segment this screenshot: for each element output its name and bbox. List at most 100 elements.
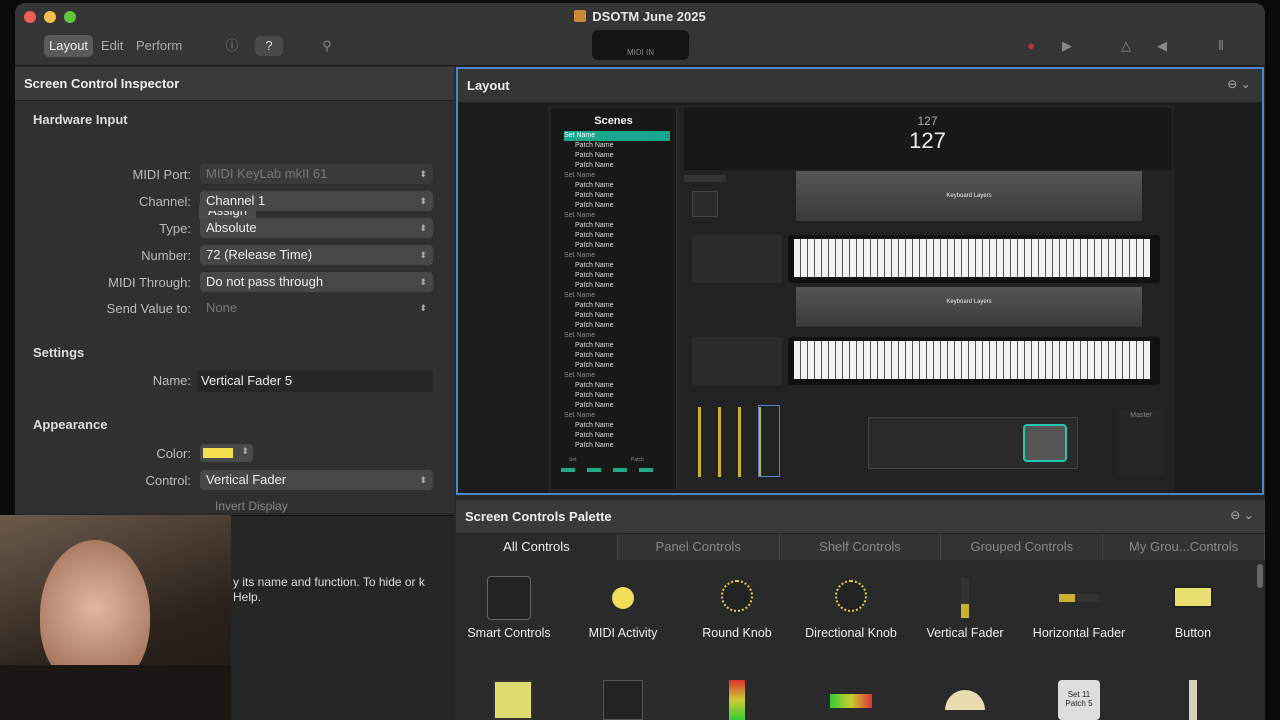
chevron-updown-icon: ⬍	[419, 277, 427, 287]
info-icon[interactable]: ⓘ	[218, 36, 246, 56]
keyboard-layers-2[interactable]: Keyboard Layers	[796, 287, 1142, 327]
palette-item-smart-controls[interactable]: Smart Controls	[452, 576, 566, 641]
fader-pair-2[interactable]	[692, 337, 782, 385]
scene-patch-item[interactable]: Patch Name	[564, 421, 670, 431]
scene-set-item[interactable]: Set Name	[564, 291, 670, 301]
play-icon[interactable]: ▶	[1053, 36, 1081, 56]
palette-item-midi-activity[interactable]: MIDI Activity	[566, 576, 680, 641]
scene-nav-buttons[interactable]	[561, 468, 665, 472]
tab-all-controls[interactable]: All Controls	[456, 534, 618, 560]
palette-item-horizontal-meter[interactable]	[794, 680, 908, 720]
scene-patch-item[interactable]: Patch Name	[564, 301, 670, 311]
scene-patch-item[interactable]: Patch Name	[564, 361, 670, 371]
palette-item-vertical-fader[interactable]: Vertical Fader	[908, 576, 1022, 641]
palette-item-patch-display[interactable]: Set 11 Patch 5	[1022, 680, 1136, 720]
midi-port-label: MIDI Port:	[132, 167, 191, 182]
color-picker[interactable]: ⬍	[200, 444, 253, 462]
master-fader[interactable]: Master	[1118, 409, 1164, 475]
lcd-display: MIDI IN	[592, 30, 689, 60]
scene-set-item[interactable]: Set Name	[564, 131, 670, 141]
tab-my-grouped-controls[interactable]: My Grou...Controls	[1103, 534, 1265, 560]
scenes-control[interactable]: Scenes Set Name Patch Name Patch Name Patch…	[551, 109, 677, 489]
mode-layout-button[interactable]: Layout	[44, 35, 94, 57]
send-value-select[interactable]: None ⬍	[200, 298, 433, 318]
scene-set-item[interactable]: Set Name	[564, 251, 670, 261]
palette-item-horizontal-fader[interactable]: Horizontal Fader	[1022, 576, 1136, 641]
scene-patch-item[interactable]: Patch Name	[564, 241, 670, 251]
mode-edit-button[interactable]: Edit	[96, 35, 128, 57]
button-control[interactable]	[1023, 424, 1067, 462]
layout-canvas[interactable]: Scenes Set Name Patch Name Patch Name Patch…	[548, 105, 1174, 493]
keyboard-1[interactable]	[788, 235, 1160, 283]
scene-patch-item[interactable]: Patch Name	[564, 431, 670, 441]
scene-patch-item[interactable]: Patch Name	[564, 401, 670, 411]
palette-item-directional-knob[interactable]: Directional Knob	[794, 576, 908, 641]
scene-patch-item[interactable]: Patch Name	[564, 351, 670, 361]
knob-controls-group[interactable]	[868, 417, 1078, 469]
palette-item-button[interactable]: Button	[1136, 576, 1250, 641]
control-label: Control:	[145, 473, 191, 488]
type-select[interactable]: Absolute ⬍	[200, 218, 433, 238]
palette-item-round-knob[interactable]: Round Knob	[680, 576, 794, 641]
scene-patch-item[interactable]: Patch Name	[564, 231, 670, 241]
control-select[interactable]: Vertical Fader ⬍	[200, 470, 433, 490]
keyboard-layers-1[interactable]: Keyboard Layers	[796, 171, 1142, 221]
scene-patch-item[interactable]: Patch Name	[564, 341, 670, 351]
palette-menu-button[interactable]: ⊖ ⌄	[1227, 508, 1257, 526]
palette-item-xy-pad[interactable]	[566, 680, 680, 720]
horizontal-fader-icon	[1057, 576, 1101, 620]
scene-patch-item[interactable]: Patch Name	[564, 201, 670, 211]
scene-set-item[interactable]: Set Name	[564, 331, 670, 341]
scene-patch-item[interactable]: Patch Name	[564, 181, 670, 191]
tuner-icon[interactable]: △	[1112, 36, 1140, 56]
palette-item-level-meter[interactable]	[680, 680, 794, 720]
palette-item-analog-meter[interactable]	[908, 680, 1022, 720]
scene-list[interactable]: Set Name Patch Name Patch Name Patch Name Se…	[564, 131, 670, 451]
palette-item-drawbar[interactable]	[1136, 680, 1250, 720]
scene-patch-item[interactable]: Patch Name	[564, 391, 670, 401]
scene-set-item[interactable]: Set Name	[564, 411, 670, 421]
palette-scrollbar[interactable]	[1257, 564, 1263, 588]
scene-patch-item[interactable]: Patch Name	[564, 191, 670, 201]
scene-patch-item[interactable]: Patch Name	[564, 441, 670, 451]
scene-patch-item[interactable]: Patch Name	[564, 161, 670, 171]
placeholder-button[interactable]	[692, 191, 718, 217]
placeholder-control[interactable]	[684, 175, 726, 182]
number-select[interactable]: 72 (Release Time) ⬍	[200, 245, 433, 265]
fader-pair-1[interactable]	[692, 235, 782, 283]
tuning-icon[interactable]: ⚲	[313, 36, 341, 56]
button-icon	[1171, 576, 1215, 620]
scene-set-item[interactable]: Set Name	[564, 371, 670, 381]
mode-perform-button[interactable]: Perform	[131, 35, 187, 57]
scene-set-item[interactable]: Set Name	[564, 211, 670, 221]
scene-set-item[interactable]: Set Name	[564, 171, 670, 181]
chevron-updown-icon: ⬍	[419, 223, 427, 233]
selected-fader-5[interactable]	[758, 405, 780, 477]
invert-display-checkbox[interactable]: Invert Display	[215, 499, 288, 513]
name-field[interactable]: Vertical Fader 5	[197, 370, 433, 392]
mixer-icon[interactable]: ⦀	[1207, 36, 1235, 56]
scene-patch-item[interactable]: Patch Name	[564, 261, 670, 271]
palette-item-pad[interactable]	[456, 680, 570, 720]
midi-through-select[interactable]: Do not pass through ⬍	[200, 272, 433, 292]
scene-patch-item[interactable]: Patch Name	[564, 271, 670, 281]
scene-patch-item[interactable]: Patch Name	[564, 281, 670, 291]
scene-patch-item[interactable]: Patch Name	[564, 321, 670, 331]
value-display: 127 127	[684, 108, 1171, 170]
volume-icon[interactable]: ◀	[1148, 36, 1176, 56]
scene-patch-item[interactable]: Patch Name	[564, 221, 670, 231]
scene-patch-item[interactable]: Patch Name	[564, 141, 670, 151]
layout-menu-button[interactable]: ⊖ ⌄	[1224, 77, 1254, 95]
tab-panel-controls[interactable]: Panel Controls	[618, 534, 780, 560]
help-icon[interactable]: ?	[255, 36, 283, 56]
scene-patch-item[interactable]: Patch Name	[564, 151, 670, 161]
scene-patch-item[interactable]: Patch Name	[564, 311, 670, 321]
channel-label: Channel:	[138, 194, 191, 209]
keyboard-2[interactable]	[788, 337, 1160, 385]
channel-select[interactable]: Channel 1 ⬍	[200, 191, 433, 211]
record-icon[interactable]: ●	[1017, 36, 1045, 56]
tab-grouped-controls[interactable]: Grouped Controls	[941, 534, 1104, 560]
scene-patch-item[interactable]: Patch Name	[564, 381, 670, 391]
tab-shelf-controls[interactable]: Shelf Controls	[780, 534, 942, 560]
midi-port-select[interactable]: MIDI KeyLab mkII 61 ⬍	[200, 164, 433, 184]
